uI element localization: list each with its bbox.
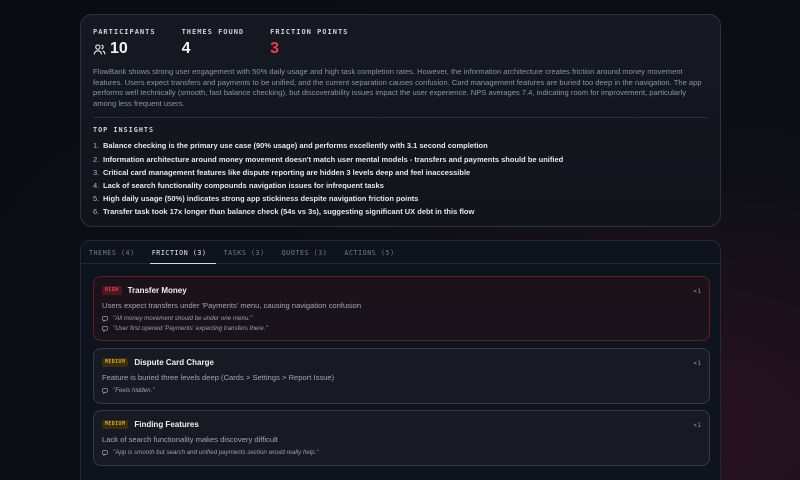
tab-friction[interactable]: FRICTION (3) — [149, 241, 216, 264]
insight-item: 1. Balance checking is the primary use ca… — [93, 141, 488, 151]
friction-item-dispute-card-charge[interactable]: MEDIUM Dispute Card Charge ×1 Feature is… — [93, 348, 710, 404]
friction-item-finding-features[interactable]: MEDIUM Finding Features ×1 Lack of searc… — [93, 410, 710, 466]
insight-item: 4. Lack of search functionality compounds… — [93, 180, 384, 190]
occurrence-count: ×1 — [693, 286, 701, 295]
quote: "User first opened 'Payments' expecting … — [102, 325, 701, 332]
severity-badge: MEDIUM — [102, 358, 129, 367]
stat-friction: FRICTION POINTS 3 — [270, 28, 348, 58]
insights-list: 1. Balance checking is the primary use ca… — [93, 139, 708, 218]
severity-badge: MEDIUM — [102, 420, 129, 429]
stat-label: FRICTION POINTS — [270, 28, 349, 36]
tab-themes[interactable]: THEMES (4) — [89, 241, 144, 263]
quote-icon — [102, 449, 108, 456]
divider — [93, 117, 708, 119]
quote: "App is smooth but search and unified pa… — [102, 449, 701, 456]
insight-item: 6. Transfer task took 17x longer than bal… — [93, 207, 475, 217]
friction-item-transfer-money[interactable]: HIGH Transfer Money ×1 Users expect tran… — [93, 276, 710, 341]
stat-label: THEMES FOUND — [181, 28, 245, 36]
stat-themes: THEMES FOUND 4 — [182, 28, 245, 58]
tab-bar: THEMES (4) FRICTION (3) TASKS (3) QUOTES… — [81, 241, 720, 264]
quote: "Feels hidden." — [102, 387, 701, 394]
stat-label: PARTICIPANTS — [93, 28, 156, 36]
friction-title: Dispute Card Charge — [134, 358, 214, 367]
tab-actions[interactable]: ACTIONS (5) — [344, 241, 403, 263]
stat-participants: PARTICIPANTS 10 — [93, 28, 156, 58]
occurrence-count: ×1 — [693, 358, 701, 367]
insight-item: 3. Critical card management features like… — [93, 167, 471, 177]
stat-value: 4 — [181, 40, 191, 57]
summary-text: FlowBank shows strong user engagement wi… — [93, 67, 702, 108]
stats-row: PARTICIPANTS 10 THEMES FOUND 4 FRICTION … — [93, 28, 708, 58]
tab-tasks[interactable]: TASKS (3) — [224, 241, 274, 263]
summary-card: PARTICIPANTS 10 THEMES FOUND 4 FRICTION … — [80, 14, 721, 227]
friction-description: Users expect transfers under 'Payments' … — [102, 301, 362, 310]
quote: "All money movement should be under one … — [102, 315, 701, 322]
friction-description: Feature is buried three levels deep (Car… — [102, 373, 335, 382]
occurrence-count: ×1 — [693, 420, 701, 429]
friction-description: Lack of search functionality makes disco… — [102, 435, 278, 444]
stat-value: 10 — [110, 40, 128, 57]
quote-icon — [102, 325, 108, 332]
tab-quotes[interactable]: QUOTES (3) — [282, 241, 337, 263]
friction-title: Finding Features — [134, 420, 199, 429]
insights-title: TOP INSIGHTS — [93, 126, 155, 135]
insight-item: 2. Information architecture around money … — [93, 154, 564, 164]
quote-icon — [102, 387, 108, 394]
stat-value: 3 — [270, 40, 280, 57]
users-icon — [93, 43, 106, 56]
insight-item: 5. High daily usage (50%) indicates stron… — [93, 194, 419, 204]
severity-badge: HIGH — [102, 286, 122, 295]
friction-title: Transfer Money — [127, 286, 187, 295]
details-panel: THEMES (4) FRICTION (3) TASKS (3) QUOTES… — [80, 240, 721, 480]
quote-icon — [102, 315, 108, 322]
